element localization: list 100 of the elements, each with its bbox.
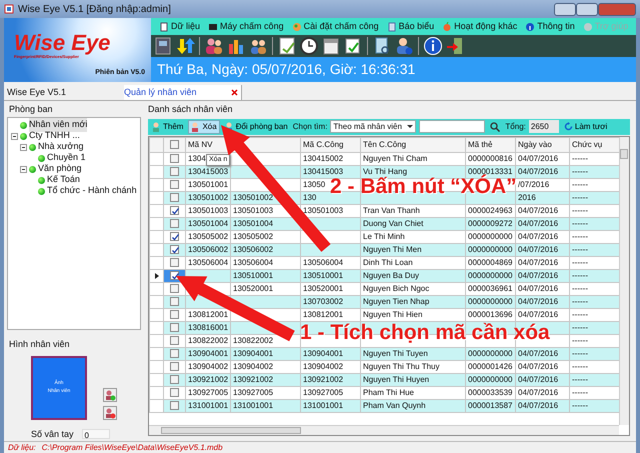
- user-info-icon[interactable]: [394, 36, 414, 56]
- people-icon[interactable]: [204, 36, 224, 56]
- add-photo-button[interactable]: [103, 388, 117, 402]
- check-icon: [171, 272, 180, 281]
- table-cell: 130501003: [303, 206, 344, 214]
- expand-toggle[interactable]: [11, 132, 18, 140]
- folder-dot-icon: [20, 122, 27, 128]
- row-checkbox[interactable]: [170, 375, 179, 384]
- menu-item[interactable]: Dữ liệu: [171, 20, 200, 34]
- row-checkbox[interactable]: [170, 219, 179, 228]
- expand-toggle[interactable]: [20, 166, 27, 172]
- vertical-scrollbar[interactable]: [619, 136, 629, 424]
- table-cell: 130904001: [303, 348, 344, 358]
- table-cell: 0000004869: [468, 258, 512, 266]
- row-checkbox[interactable]: [170, 258, 179, 267]
- add-person-icon: [152, 122, 161, 132]
- fingerprint-reader-icon[interactable]: [153, 36, 173, 56]
- row-checkbox[interactable]: [170, 401, 179, 410]
- exit-icon[interactable]: [445, 36, 465, 56]
- row-checkbox[interactable]: [170, 297, 179, 306]
- select-all-checkbox[interactable]: [170, 140, 179, 149]
- up-down-arrows-icon[interactable]: [175, 36, 195, 56]
- tree-item[interactable]: Nhà xưởng: [38, 140, 84, 154]
- refresh-button[interactable]: Làm tươi: [562, 120, 610, 134]
- row-checkbox[interactable]: [170, 388, 179, 397]
- table-cell: 0000024963: [468, 206, 512, 214]
- search-by-dropdown[interactable]: Theo mã nhân viên: [330, 120, 416, 133]
- tree-item[interactable]: Nhân viên mới: [29, 118, 88, 132]
- row-checkbox[interactable]: [170, 206, 179, 215]
- table-cell: Le Thi Minh: [363, 232, 405, 240]
- table-cell: 04/07/2016: [518, 258, 558, 266]
- minimize-button[interactable]: [554, 2, 576, 16]
- table-cell: 130510001: [303, 270, 344, 280]
- menu-item[interactable]: Thông tin: [537, 20, 575, 34]
- annotation-text: 1 - Tích chọn mã cần xóa: [300, 322, 550, 343]
- menu-item[interactable]: Hoạt động khác: [454, 20, 518, 34]
- search-button[interactable]: [488, 120, 502, 134]
- table-cell: 1304: [188, 154, 206, 162]
- table-cell: ------: [572, 336, 588, 344]
- tree-item[interactable]: Tổ chức - Hành chánh: [47, 184, 137, 198]
- tree-item[interactable]: Chuyền 1: [47, 151, 86, 165]
- app-label: Wise Eye V5.1: [6, 86, 68, 99]
- add-button[interactable]: Thêm: [150, 120, 186, 134]
- check-icon: [171, 207, 180, 216]
- menu-item[interactable]: Báo biểu: [398, 20, 434, 34]
- logo-text: Wise Eye: [14, 32, 112, 54]
- row-checkbox[interactable]: [170, 336, 179, 345]
- table-cell: 130816001: [188, 322, 228, 332]
- row-checkbox[interactable]: [170, 232, 179, 241]
- close-icon[interactable]: [231, 89, 238, 96]
- folder-dot-icon: [29, 144, 36, 150]
- table-cell: 130812001: [303, 310, 344, 318]
- table-cell: 130822002: [188, 336, 228, 344]
- expand-toggle[interactable]: [20, 144, 27, 150]
- row-checkbox[interactable]: [170, 310, 179, 319]
- table-cell: ------: [572, 270, 588, 280]
- tree-item[interactable]: Cty TNHH ...: [29, 129, 80, 143]
- remove-photo-button[interactable]: [103, 406, 117, 420]
- window-title: Wise Eye V5.1 [Đăng nhập:admin]: [18, 2, 171, 16]
- row-checkbox[interactable]: [170, 167, 179, 176]
- row-checkbox[interactable]: [170, 284, 179, 293]
- table-cell: 0000000000: [468, 244, 512, 254]
- table-cell: ------: [572, 258, 588, 266]
- menu-item[interactable]: Cài đặt chấm công: [304, 20, 379, 34]
- row-checkbox[interactable]: [170, 193, 179, 202]
- close-button[interactable]: [598, 2, 636, 16]
- folder-dot-icon: [29, 166, 36, 172]
- notepad-icon[interactable]: [277, 36, 297, 56]
- table-cell: 13050: [303, 180, 326, 188]
- row-checkbox[interactable]: [170, 362, 179, 371]
- search-field[interactable]: [419, 120, 486, 133]
- row-checkbox[interactable]: [170, 154, 179, 163]
- calendar-icon[interactable]: [321, 36, 341, 56]
- horizontal-scrollbar[interactable]: [149, 424, 619, 434]
- database-path: C:\Program Files\WiseEye\Data\WiseEyeV5.1.mdb: [42, 442, 223, 453]
- row-checkbox[interactable]: [170, 349, 179, 358]
- row-checkbox[interactable]: [170, 271, 179, 280]
- fruit-icon: [442, 22, 452, 32]
- table-cell: 130927005: [303, 388, 344, 396]
- tree-item[interactable]: Kế Toán: [47, 173, 80, 187]
- clock-icon[interactable]: [299, 36, 319, 56]
- table-cell: Nguyen Bich Ngoc: [363, 284, 430, 292]
- document-icon: [159, 22, 169, 32]
- search-label: Chọn tìm:: [292, 120, 328, 132]
- table-cell: 0000000000: [468, 374, 512, 384]
- tab[interactable]: Quản lý nhân viên: [124, 85, 242, 100]
- tree-item[interactable]: Văn phòng: [38, 162, 82, 176]
- app-icon: [4, 4, 14, 14]
- info-icon[interactable]: [423, 36, 443, 56]
- table-cell: ------: [572, 192, 588, 202]
- table-cell: 130904001: [233, 348, 274, 358]
- delete-button[interactable]: Xóa: [188, 120, 220, 134]
- menu-item[interactable]: Máy chấm công: [220, 20, 284, 34]
- row-checkbox[interactable]: [170, 323, 179, 332]
- folder-dot-icon: [38, 176, 45, 184]
- table-cell: 04/07/2016: [518, 154, 558, 162]
- maximize-button[interactable]: [576, 2, 598, 16]
- table-cell: ------: [572, 296, 588, 306]
- row-checkbox[interactable]: [170, 180, 179, 189]
- row-checkbox[interactable]: [170, 245, 179, 254]
